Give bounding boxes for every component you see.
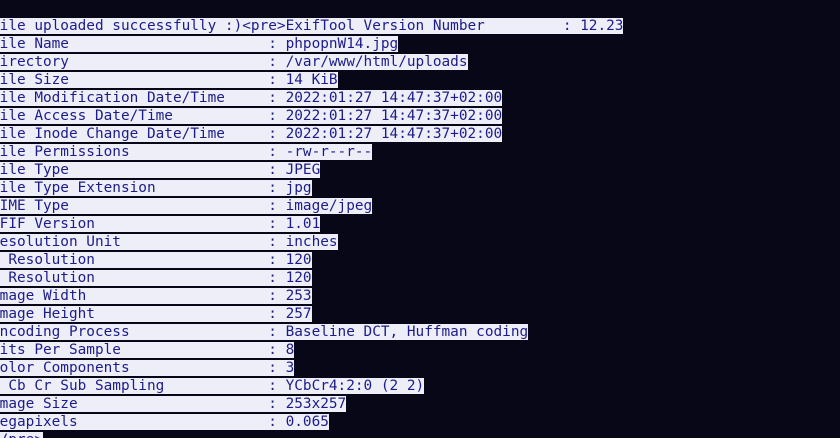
output-line: File Modification Date/Time : 2022:01:27…	[0, 89, 503, 107]
output-line: File Inode Change Date/Time : 2022:01:27…	[0, 125, 503, 143]
output-line: Color Components : 3	[0, 359, 295, 377]
output-line: File Size : 14 KiB	[0, 71, 338, 89]
output-line: File Access Date/Time : 2022:01:27 14:47…	[0, 107, 503, 125]
output-line: File Type : JPEG	[0, 161, 321, 179]
output-line-text: File Size : 14 KiB	[0, 72, 338, 88]
output-line-text: JFIF Version : 1.01	[0, 216, 321, 232]
output-line-text: Image Width : 253	[0, 288, 312, 304]
output-line-text: Bits Per Sample : 8	[0, 342, 295, 358]
output-line: Y Cb Cr Sub Sampling : YCbCr4:2:0 (2 2)	[0, 377, 425, 395]
output-line-text: File Access Date/Time : 2022:01:27 14:47…	[0, 108, 503, 124]
output-line-text: File Name : phpopnW14.jpg	[0, 36, 399, 52]
output-line-text: Directory : /var/www/html/uploads	[0, 54, 468, 70]
output-line-text: Image Size : 253x257	[0, 396, 347, 412]
output-line: File Permissions : -rw-r--r--	[0, 143, 373, 161]
output-line: Y Resolution : 120	[0, 269, 312, 287]
output-line: JFIF Version : 1.01	[0, 215, 321, 233]
output-line-text: File Type Extension : jpg	[0, 180, 312, 196]
output-line-text: X Resolution : 120	[0, 252, 312, 268]
output-line-text: Resolution Unit : inches	[0, 234, 338, 250]
output-line-text: Encoding Process : Baseline DCT, Huffman…	[0, 324, 529, 340]
output-line-text: File Modification Date/Time : 2022:01:27…	[0, 90, 503, 106]
output-line-text: Y Cb Cr Sub Sampling : YCbCr4:2:0 (2 2)	[0, 378, 425, 394]
output-line-text: Color Components : 3	[0, 360, 295, 376]
output-line: Image Size : 253x257	[0, 395, 347, 413]
output-line-text: File uploaded successfully :)<pre>ExifTo…	[0, 18, 624, 34]
output-line-text: File Type : JPEG	[0, 162, 321, 178]
output-line: Directory : /var/www/html/uploads	[0, 53, 468, 71]
output-line: </pre>	[0, 431, 43, 438]
output-line-text: </pre>	[0, 432, 43, 438]
output-line-text: Y Resolution : 120	[0, 270, 312, 286]
output-line: X Resolution : 120	[0, 251, 312, 269]
output-line-text: File Permissions : -rw-r--r--	[0, 144, 373, 160]
terminal-output: File uploaded successfully :)<pre>ExifTo…	[0, 0, 840, 438]
output-line: Megapixels : 0.065	[0, 413, 329, 431]
output-line: File Name : phpopnW14.jpg	[0, 35, 399, 53]
output-line-text: Megapixels : 0.065	[0, 414, 329, 430]
output-line-text: Image Height : 257	[0, 306, 312, 322]
output-line: Bits Per Sample : 8	[0, 341, 295, 359]
output-line: File uploaded successfully :)<pre>ExifTo…	[0, 17, 624, 35]
output-line: File Type Extension : jpg	[0, 179, 312, 197]
output-line: Image Width : 253	[0, 287, 312, 305]
output-line: MIME Type : image/jpeg	[0, 197, 373, 215]
output-line: Resolution Unit : inches	[0, 233, 338, 251]
output-line: Image Height : 257	[0, 305, 312, 323]
output-line-text: MIME Type : image/jpeg	[0, 198, 373, 214]
output-line: Encoding Process : Baseline DCT, Huffman…	[0, 323, 529, 341]
output-line-text: File Inode Change Date/Time : 2022:01:27…	[0, 126, 503, 142]
